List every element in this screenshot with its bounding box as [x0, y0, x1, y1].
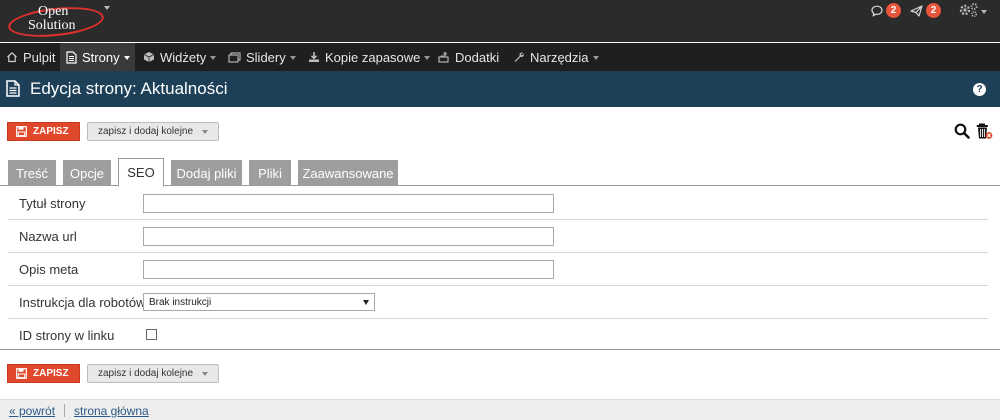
menu-label: Widżety: [160, 49, 207, 65]
tab-dodaj-pliki[interactable]: Dodaj pliki: [171, 160, 242, 186]
floppy-icon: [16, 368, 27, 379]
page-icon: [66, 50, 77, 64]
logo-text-line2: Solution: [28, 18, 76, 33]
messages-badge[interactable]: 2: [926, 3, 941, 18]
tab-bar: Treść Opcje SEO Dodaj pliki Pliki Zaawan…: [0, 158, 1000, 187]
menu-item-kopie-zapasowe[interactable]: Kopie zapasowe: [302, 43, 437, 71]
footer: « powrót strona główna: [0, 399, 1000, 420]
meta-description-label: Opis meta: [19, 262, 79, 277]
page-icon: [6, 80, 20, 100]
main-menu: Pulpit Strony Widżety Slidery Kopie zapa…: [0, 43, 1000, 71]
menu-item-pulpit[interactable]: Pulpit: [0, 43, 63, 71]
id-in-link-label: ID strony w linku: [19, 328, 115, 343]
logo[interactable]: Open Solution: [6, 2, 106, 41]
tab-seo[interactable]: SEO: [118, 158, 164, 187]
save-and-add-label: zapisz i dodaj kolejne: [98, 126, 194, 137]
menu-item-dodatki[interactable]: Dodatki: [431, 43, 506, 71]
menu-label: Dodatki: [455, 49, 500, 65]
page-title: Edycja strony: Aktualności: [30, 79, 228, 98]
menu-label: Kopie zapasowe: [325, 49, 421, 65]
comments-icon[interactable]: [871, 5, 883, 20]
save-and-add-button[interactable]: zapisz i dodaj kolejne: [87, 122, 220, 141]
save-button-label: ZAPISZ: [33, 126, 69, 137]
help-icon[interactable]: ?: [973, 83, 986, 96]
caret-icon: [592, 55, 599, 60]
caret-icon: [210, 55, 217, 60]
save-button-bottom[interactable]: ZAPISZ: [7, 364, 80, 383]
caret-down-icon: [202, 371, 209, 376]
robots-select-value: Brak instrukcji: [149, 296, 212, 308]
home-icon: [6, 51, 18, 63]
settings-caret-icon[interactable]: [981, 10, 987, 14]
slides-icon: [228, 51, 241, 63]
form-row-id-in-link: ID strony w linku: [8, 319, 988, 352]
puzzle-icon: [437, 51, 450, 63]
tab-zaawansowane[interactable]: Zaawansowane: [298, 160, 398, 186]
form-divider: [0, 349, 1000, 350]
save-and-add-label: zapisz i dodaj kolejne: [98, 368, 194, 379]
search-icon[interactable]: [954, 123, 970, 142]
tab-pliki[interactable]: Pliki: [249, 160, 291, 186]
page-title-input[interactable]: [143, 194, 554, 213]
menu-item-slidery[interactable]: Slidery: [222, 43, 303, 71]
menu-label: Pulpit: [23, 49, 56, 65]
menu-item-strony[interactable]: Strony: [60, 43, 135, 71]
home-link[interactable]: strona główna: [74, 404, 149, 418]
form-row-page-title: Tytuł strony: [8, 187, 988, 220]
download-icon: [308, 51, 320, 63]
trash-icon[interactable]: [976, 122, 993, 143]
menu-label: Narzędzia: [530, 49, 589, 65]
caret-icon: [424, 55, 431, 60]
menu-item-narzedzia[interactable]: Narzędzia: [507, 43, 606, 71]
logo-text-line1: Open: [38, 4, 69, 19]
robots-label: Instrukcja dla robotów: [19, 295, 146, 310]
back-link[interactable]: « powrót: [9, 404, 55, 418]
caret-icon: [123, 55, 130, 60]
comments-badge[interactable]: 2: [886, 3, 901, 18]
save-and-add-button-bottom[interactable]: zapisz i dodaj kolejne: [87, 364, 220, 383]
page-title-label: Tytuł strony: [19, 196, 86, 211]
tab-opcje[interactable]: Opcje: [63, 160, 111, 186]
menu-label: Slidery: [246, 49, 286, 65]
paper-plane-icon[interactable]: [910, 5, 923, 20]
footer-separator: [64, 404, 65, 417]
logo-caret-icon[interactable]: [104, 6, 110, 10]
url-name-label: Nazwa url: [19, 229, 77, 244]
form-row-url-name: Nazwa url: [8, 220, 988, 253]
top-bar: Open Solution 2 2: [0, 0, 1000, 42]
form-row-meta-description: Opis meta: [8, 253, 988, 286]
caret-icon: [289, 55, 296, 60]
save-button-label: ZAPISZ: [33, 368, 69, 379]
id-in-link-checkbox[interactable]: [146, 329, 157, 340]
gears-icon[interactable]: [958, 2, 980, 21]
robots-select[interactable]: Brak instrukcji: [143, 293, 375, 311]
url-name-input[interactable]: [143, 227, 554, 246]
page-title-bar: Edycja strony: Aktualności ?: [0, 71, 1000, 107]
wrench-icon: [513, 51, 525, 63]
menu-label: Strony: [82, 49, 120, 65]
caret-down-icon: [202, 129, 209, 134]
select-arrow-icon: [363, 300, 369, 305]
form-row-robots: Instrukcja dla robotów Brak instrukcji: [8, 286, 988, 319]
save-button[interactable]: ZAPISZ: [7, 122, 80, 141]
meta-description-input[interactable]: [143, 260, 554, 279]
menu-item-widzety[interactable]: Widżety: [137, 43, 223, 71]
floppy-icon: [16, 126, 27, 137]
cube-icon: [143, 51, 155, 63]
tab-tresc[interactable]: Treść: [8, 160, 56, 186]
